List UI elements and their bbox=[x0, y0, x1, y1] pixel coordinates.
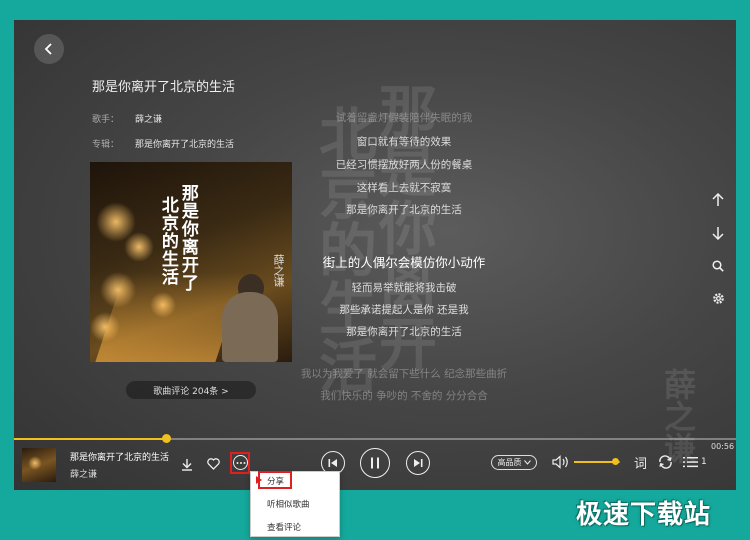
quality-label: 高品质 bbox=[497, 458, 522, 467]
time-label: 00:56 bbox=[711, 442, 735, 451]
more-button-highlight bbox=[230, 452, 250, 474]
volume-slider[interactable] bbox=[574, 458, 620, 465]
download-icon bbox=[182, 458, 192, 471]
chevron-down-icon bbox=[523, 460, 531, 465]
pause-button[interactable] bbox=[360, 448, 390, 478]
menu-item-view-comments[interactable]: 查看评论 bbox=[267, 521, 301, 533]
scroll-down-icon bbox=[712, 227, 724, 240]
download-button[interactable] bbox=[180, 457, 194, 471]
now-playing-title[interactable]: 那是你离开了北京的生活 bbox=[70, 450, 169, 463]
next-icon bbox=[414, 459, 423, 467]
lyric-line-current: 街上的人偶尔会模仿你小动作 bbox=[322, 255, 486, 270]
menu-item-similar-songs[interactable]: 听相似歌曲 bbox=[267, 498, 310, 510]
share-highlight bbox=[258, 471, 292, 489]
volume-thumb[interactable] bbox=[612, 458, 620, 465]
scroll-up-icon bbox=[712, 193, 724, 206]
cover-title-text: 北京的生活 bbox=[157, 196, 178, 286]
playlist-count: 1 bbox=[701, 457, 707, 467]
song-title: 那是你离开了北京的生活 bbox=[92, 80, 236, 95]
heart-icon bbox=[207, 458, 220, 470]
artist-row: 歌手： 薛之谦 bbox=[92, 112, 162, 125]
lyric-line: 窗口就有等待的效果 bbox=[356, 136, 452, 148]
gear-icon bbox=[712, 292, 724, 304]
back-arrow-icon bbox=[44, 43, 52, 55]
cover-title-text: 那是你离开了 bbox=[177, 184, 198, 292]
quality-select[interactable]: 高品质 bbox=[491, 455, 537, 470]
settings-button[interactable] bbox=[710, 290, 726, 306]
artist-link[interactable]: 薛之谦 bbox=[135, 115, 162, 125]
repeat-button[interactable] bbox=[657, 454, 673, 470]
now-playing-cover[interactable] bbox=[22, 448, 56, 482]
back-button[interactable] bbox=[34, 34, 64, 64]
progress-thumb[interactable] bbox=[161, 434, 171, 443]
lyric-line: 试着留盏灯假装陪伴失眠的我 bbox=[335, 112, 473, 124]
progress-fill bbox=[14, 438, 166, 440]
volume-icon bbox=[552, 455, 568, 469]
album-label: 专辑： bbox=[92, 140, 120, 150]
search-button[interactable] bbox=[710, 258, 726, 274]
lyric-line: 那些承诺提起人是你 还是我 bbox=[339, 304, 469, 316]
background-art-text: 薛之谦 bbox=[659, 368, 697, 464]
now-playing-artist[interactable]: 薛之谦 bbox=[70, 467, 97, 480]
lyric-line: 那是你离开了北京的生活 bbox=[346, 204, 462, 216]
song-comments-button[interactable]: 歌曲评论 204条 > bbox=[126, 381, 256, 399]
player-window: 北京的生活 那是你离开 薛之谦 那是你离开了北京的生活 歌手： 薛之谦 专辑： 那是… bbox=[14, 20, 736, 490]
lyrics-toggle-button[interactable]: 词 bbox=[634, 453, 647, 472]
scroll-down-button[interactable] bbox=[710, 225, 726, 241]
lyric-line: 我们快乐的 争吵的 不舍的 分分合合 bbox=[320, 390, 488, 402]
repeat-icon bbox=[658, 455, 672, 469]
album-row: 专辑： 那是你离开了北京的生活 bbox=[92, 137, 234, 150]
artist-label: 歌手： bbox=[92, 115, 120, 125]
progress-bar[interactable] bbox=[14, 434, 736, 443]
favorite-button[interactable] bbox=[206, 457, 221, 471]
lyric-line: 我以为我爱了 就会留下些什么 纪念那些曲折 bbox=[300, 368, 508, 380]
playlist-icon bbox=[682, 457, 698, 468]
lyric-line: 那是你离开了北京的生活 bbox=[346, 326, 462, 338]
prev-icon bbox=[328, 459, 337, 467]
playlist-button[interactable] bbox=[682, 455, 698, 469]
pause-icon bbox=[371, 457, 379, 469]
lyric-line: 这样看上去就不寂寞 bbox=[356, 182, 452, 194]
volume-fill bbox=[574, 461, 616, 463]
album-link[interactable]: 那是你离开了北京的生活 bbox=[135, 140, 234, 150]
volume-button[interactable] bbox=[552, 454, 570, 470]
search-icon bbox=[712, 260, 724, 272]
lyric-line: 已经习惯摆放好两人份的餐桌 bbox=[335, 159, 473, 171]
site-watermark: 极速下载站 bbox=[576, 500, 712, 530]
next-button[interactable] bbox=[406, 451, 430, 475]
scroll-up-button[interactable] bbox=[710, 192, 726, 208]
lyric-line: 轻而易举就能将我击破 bbox=[351, 282, 457, 294]
